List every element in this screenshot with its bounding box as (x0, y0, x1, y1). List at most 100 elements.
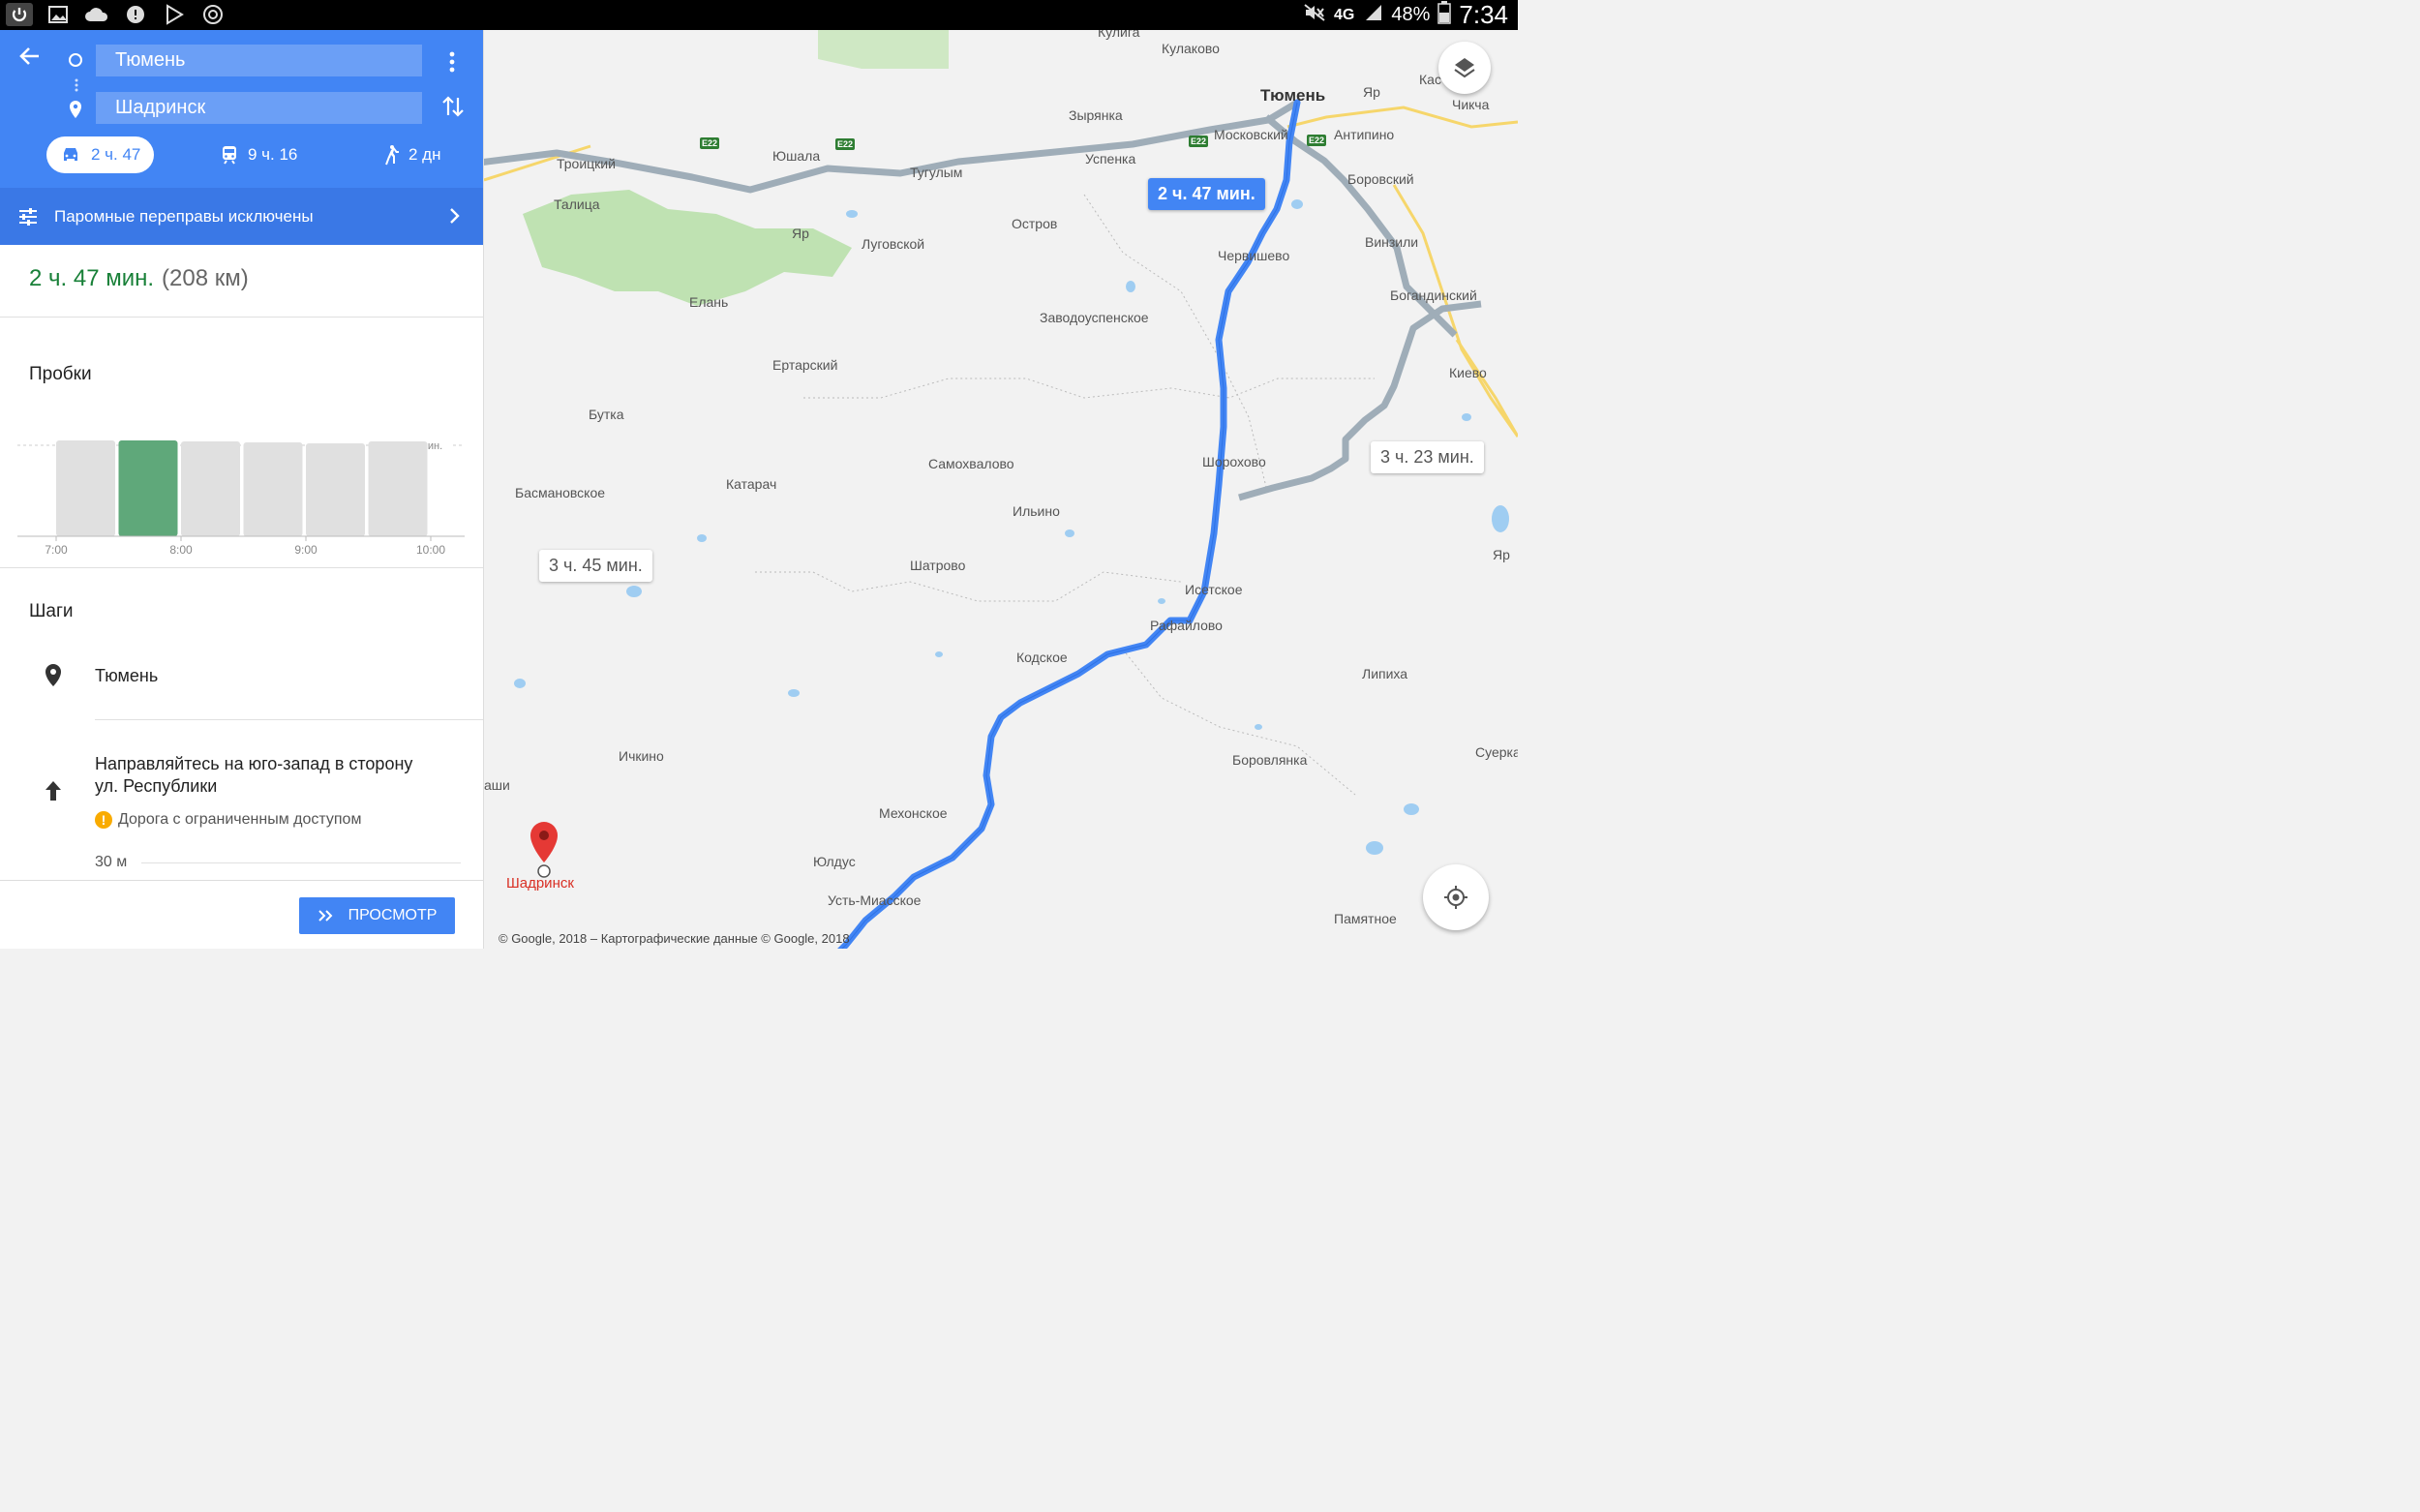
map-label: Кулаково (1162, 41, 1220, 56)
map-label: Рафайлово (1150, 618, 1223, 633)
traffic-tick-label: 8:00 (169, 543, 193, 557)
map-label: Ильино (1013, 503, 1060, 519)
map-canvas (484, 30, 1518, 949)
traffic-chart: 3 ч. 30 мин.7:008:009:0010:00 (17, 403, 467, 558)
status-bar: 4G 48% 7:34 (0, 0, 1518, 30)
route-dots (75, 78, 78, 97)
map-label: Самохвалово (928, 456, 1014, 471)
swap-route-button[interactable] (440, 92, 466, 121)
destination-field[interactable]: Шадринск (96, 92, 422, 124)
map-label: Богандинский (1390, 287, 1477, 303)
road-shield: E22 (700, 137, 720, 149)
map-label: Исетское (1185, 582, 1243, 597)
preview-button[interactable]: ПРОСМОТР (299, 897, 455, 934)
battery-level: 48% (1391, 4, 1431, 25)
map-label: Троицкий (557, 156, 616, 171)
map-label-city: Тюмень (1260, 86, 1326, 105)
walk-icon (385, 145, 399, 166)
step-distance: 30 м (95, 854, 128, 870)
more-options-button[interactable] (440, 47, 464, 76)
system-status: 4G 48% 7:34 (1303, 0, 1508, 30)
map-label: Елань (689, 294, 729, 310)
traffic-tick-label: 10:00 (416, 543, 445, 557)
route-callout-alt-east[interactable]: 3 ч. 23 мин. (1371, 441, 1484, 473)
road-shield: E22 (1307, 135, 1327, 146)
back-button[interactable] (17, 44, 46, 73)
map-label: Боровский (1347, 171, 1414, 187)
traffic-title: Пробки (29, 364, 92, 384)
map-label: Кас (1419, 72, 1441, 87)
train-icon (223, 146, 236, 165)
mode-car-label: 2 ч. 47 (91, 145, 141, 164)
route-distance: (208 км) (162, 265, 249, 291)
mute-icon (1303, 3, 1326, 28)
divider (95, 719, 483, 720)
road-shield: E22 (1189, 136, 1209, 147)
gallery-icon (45, 3, 72, 26)
origin-field[interactable]: Тюмень (96, 45, 422, 76)
arrow-up-icon (43, 779, 64, 804)
clock: 7:34 (1459, 0, 1508, 29)
update-icon (122, 3, 149, 26)
step-instruction-line1: Направляйтесь на юго-запад в сторону (95, 754, 413, 773)
map-copyright: © Google, 2018 – Картографические данные… (499, 931, 850, 946)
divider (0, 317, 483, 318)
power-icon (6, 3, 33, 26)
step-warning: ! Дорога с ограниченным доступом (95, 811, 361, 829)
map-label: Ичкино (619, 748, 664, 764)
mode-car-tab[interactable]: 2 ч. 47 (46, 136, 155, 173)
map-label: Липиха (1362, 666, 1408, 681)
traffic-tick-label: 9:00 (294, 543, 318, 557)
map-label: Ертарский (772, 357, 838, 373)
signal-icon (1362, 3, 1383, 28)
directions-header: Тюмень Шадринск 2 ч. 47 9 ч. 16 2 дн (0, 30, 483, 188)
step-start-label: Тюмень (95, 666, 159, 685)
traffic-bar (181, 441, 240, 536)
map-label: Бутка (589, 407, 624, 422)
traffic-bar (368, 441, 428, 536)
route-options-label: Паромные переправы исключены (54, 206, 314, 226)
divider (141, 862, 461, 863)
map-view[interactable]: E22 E22 E22 E22 Кулига Кулаково Тюмень Я… (484, 30, 1518, 949)
swap-vert-icon (442, 96, 464, 117)
my-location-icon (1444, 886, 1467, 909)
place-pin-icon (43, 663, 64, 688)
map-label: Луговской (862, 236, 925, 252)
map-label: Кодское (1016, 650, 1068, 665)
layers-icon (1454, 58, 1475, 78)
road-shield: E22 (835, 138, 856, 150)
directions-panel: Тюмень Шадринск 2 ч. 47 9 ч. 16 2 дн Пар… (0, 30, 484, 949)
step-instruction[interactable]: Направляйтесь на юго-запад в сторону ул.… (95, 753, 412, 798)
preview-button-label: ПРОСМОТР (348, 907, 438, 923)
map-label: Винзили (1365, 234, 1419, 250)
chrome-icon (199, 3, 227, 26)
battery-icon (1437, 0, 1452, 30)
map-label: Яр (1493, 547, 1510, 562)
car-icon (64, 148, 77, 161)
my-location-button[interactable] (1423, 864, 1489, 930)
route-callout-main[interactable]: 2 ч. 47 мин. (1148, 178, 1265, 210)
divider (0, 567, 483, 568)
steps-title: Шаги (29, 601, 74, 621)
map-label: Юлдус (813, 854, 856, 869)
route-callout-alt-west[interactable]: 3 ч. 45 мин. (539, 550, 652, 582)
map-label: Шорохово (1202, 454, 1266, 469)
map-label: Катарач (726, 476, 777, 492)
mode-walk-tab[interactable]: 2 дн (383, 136, 441, 173)
play-store-icon (161, 3, 188, 26)
double-chevron-icon (318, 910, 332, 922)
bottom-bar: ПРОСМОТР (0, 880, 483, 949)
map-label: Талица (554, 197, 600, 212)
map-label: Тугулым (910, 165, 963, 180)
map-label: Усть-Миасское (828, 892, 922, 908)
origin-circle-icon (68, 52, 83, 68)
traffic-bar (56, 440, 115, 536)
route-options-bar[interactable]: Паромные переправы исключены (0, 188, 483, 245)
map-label: Боровлянка (1232, 752, 1308, 768)
map-label: Мехонское (879, 805, 948, 821)
map-label: Юшала (772, 148, 821, 164)
map-label: Московский (1214, 127, 1288, 142)
mode-transit-tab[interactable]: 9 ч. 16 (221, 136, 297, 173)
map-label: Чикча (1452, 97, 1490, 112)
layers-button[interactable] (1438, 42, 1491, 94)
